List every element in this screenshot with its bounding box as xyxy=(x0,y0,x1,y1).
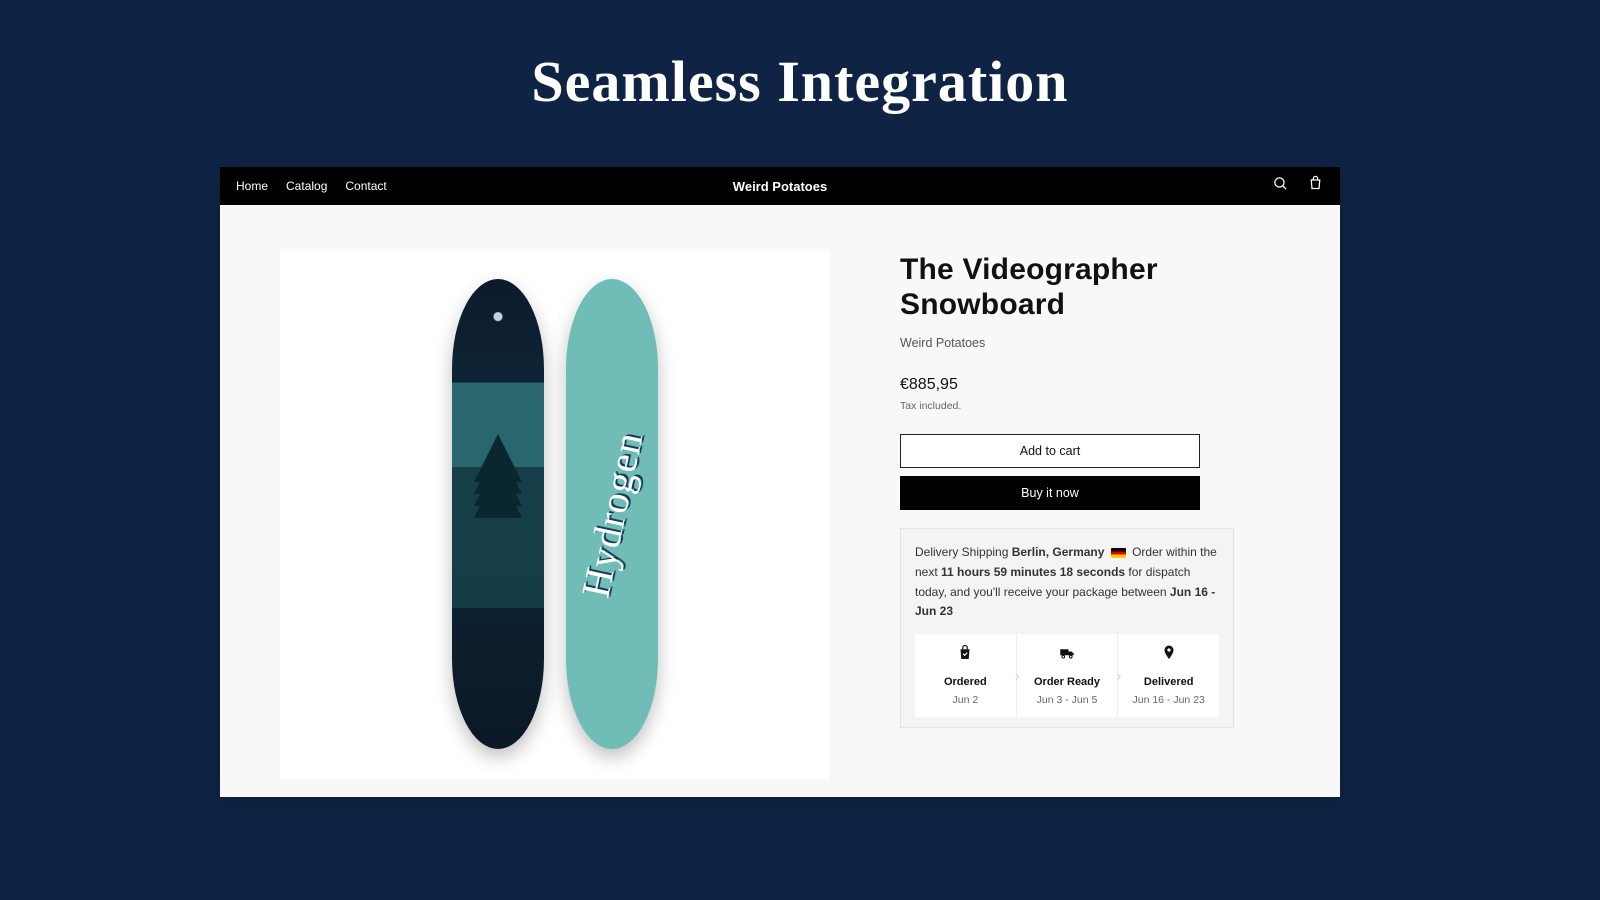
truck-icon xyxy=(1058,644,1076,662)
store-topbar: Home Catalog Contact Weird Potatoes xyxy=(220,167,1340,205)
product-image-back: Hydrogen xyxy=(566,279,658,749)
nav-home[interactable]: Home xyxy=(236,179,268,193)
germany-flag-icon xyxy=(1111,548,1126,558)
nav-catalog[interactable]: Catalog xyxy=(286,179,327,193)
store-brand[interactable]: Weird Potatoes xyxy=(733,179,827,194)
buy-it-now-button[interactable]: Buy it now xyxy=(900,476,1200,510)
product-price: €885,95 xyxy=(900,376,1280,394)
step-ordered: Ordered Jun 2 xyxy=(915,634,1017,717)
bag-check-icon xyxy=(956,644,974,662)
product-gallery: Hydrogen xyxy=(280,249,830,779)
search-icon[interactable] xyxy=(1272,175,1289,197)
nav-links: Home Catalog Contact xyxy=(236,179,387,193)
product-vendor: Weird Potatoes xyxy=(900,336,1280,350)
step-delivered: Delivered Jun 16 - Jun 23 xyxy=(1118,634,1219,717)
cart-icon[interactable] xyxy=(1307,175,1324,197)
delivery-estimate-box: Delivery Shipping Berlin, Germany Order … xyxy=(900,528,1234,728)
step-delivered-date: Jun 16 - Jun 23 xyxy=(1122,692,1215,709)
ship-prefix: Delivery Shipping xyxy=(915,545,1012,559)
ship-countdown: 11 hours 59 minutes 18 seconds xyxy=(941,565,1125,579)
product-image-front xyxy=(452,279,544,749)
ship-location: Berlin, Germany xyxy=(1012,545,1105,559)
storefront-window: Home Catalog Contact Weird Potatoes xyxy=(220,167,1340,797)
step-ordered-date: Jun 2 xyxy=(919,692,1012,709)
add-to-cart-button[interactable]: Add to cart xyxy=(900,434,1200,468)
step-ready-label: Order Ready xyxy=(1021,673,1114,691)
board-back-text: Hydrogen xyxy=(572,427,653,601)
step-delivered-label: Delivered xyxy=(1122,673,1215,691)
page-headline: Seamless Integration xyxy=(0,0,1600,115)
step-ready-date: Jun 3 - Jun 5 xyxy=(1021,692,1114,709)
tax-note: Tax included. xyxy=(900,400,1280,412)
product-title: The Videographer Snowboard xyxy=(900,253,1280,322)
map-pin-icon xyxy=(1160,644,1178,662)
step-ordered-label: Ordered xyxy=(919,673,1012,691)
delivery-steps: Ordered Jun 2 Order Ready Jun 3 - Jun 5 … xyxy=(915,634,1219,717)
step-ready: Order Ready Jun 3 - Jun 5 xyxy=(1017,634,1119,717)
nav-contact[interactable]: Contact xyxy=(345,179,386,193)
